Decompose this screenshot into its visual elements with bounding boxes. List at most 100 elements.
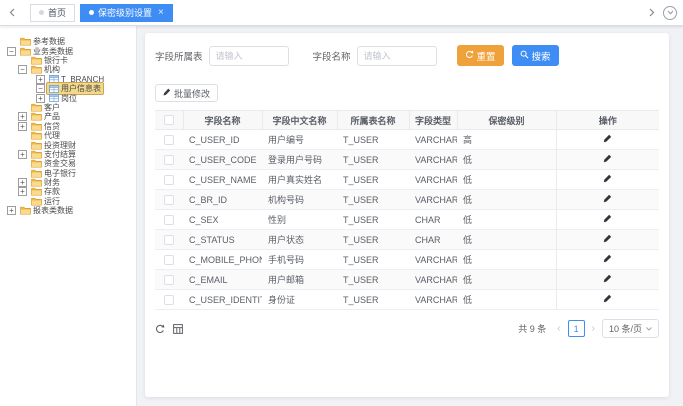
tree-node-content[interactable]: 机构 bbox=[29, 64, 62, 75]
prev-page-icon[interactable]: ‹ bbox=[557, 323, 560, 334]
next-page-icon[interactable]: › bbox=[592, 323, 595, 334]
table-name-cell: T_USER bbox=[337, 230, 409, 250]
table-row: C_USER_CODE登录用户号码T_USERVARCHAR低 bbox=[155, 150, 659, 170]
row-checkbox[interactable] bbox=[164, 135, 174, 145]
tree-node[interactable]: +信贷 bbox=[7, 122, 133, 131]
page-size-select[interactable]: 10 条/页 bbox=[602, 319, 659, 338]
select-all-checkbox[interactable] bbox=[164, 115, 174, 125]
content-row: 参考数据−业务类数据银行卡−机构+T_BRANCH−用户信息表+岗位客户+产品+… bbox=[0, 26, 683, 406]
field-cname-cell: 性别 bbox=[262, 210, 337, 230]
expand-icon[interactable]: + bbox=[7, 206, 16, 215]
field-type-cell: VARCHAR bbox=[409, 170, 457, 190]
folder-icon bbox=[31, 131, 42, 140]
table-name-cell: T_USER bbox=[337, 190, 409, 210]
tree-node[interactable]: +报表类数据 bbox=[7, 206, 133, 215]
tab-label: 保密级别设置 bbox=[98, 6, 152, 19]
secrecy-level-cell: 高 bbox=[457, 130, 556, 150]
actions-cell bbox=[556, 150, 659, 170]
collapse-icon[interactable]: − bbox=[36, 84, 45, 93]
tab-close-icon[interactable]: × bbox=[158, 8, 164, 18]
filter-input-table[interactable] bbox=[209, 46, 289, 66]
column-settings-icon[interactable] bbox=[173, 324, 183, 334]
row-checkbox-cell bbox=[155, 150, 183, 170]
row-checkbox[interactable] bbox=[164, 235, 174, 245]
field-cname-cell: 用户邮箱 bbox=[262, 270, 337, 290]
collapse-icon[interactable]: − bbox=[7, 47, 16, 56]
tab-secrecy-level-settings[interactable]: 保密级别设置 × bbox=[80, 4, 173, 22]
page-size-value: 10 条/页 bbox=[609, 322, 642, 335]
tree-node-label: 岗位 bbox=[61, 93, 77, 104]
expand-icon[interactable]: + bbox=[18, 150, 27, 159]
sidebar-tree: 参考数据−业务类数据银行卡−机构+T_BRANCH−用户信息表+岗位客户+产品+… bbox=[0, 26, 137, 406]
tree-node[interactable]: +产品 bbox=[7, 112, 133, 121]
actions-cell bbox=[556, 250, 659, 270]
column-header: 操作 bbox=[556, 111, 659, 130]
row-checkbox[interactable] bbox=[164, 255, 174, 265]
chevron-left-icon[interactable] bbox=[6, 0, 18, 25]
column-header: 字段中文名称 bbox=[262, 111, 337, 130]
tree-node[interactable]: −业务类数据 bbox=[7, 46, 133, 55]
row-checkbox[interactable] bbox=[164, 175, 174, 185]
row-checkbox-cell bbox=[155, 290, 183, 310]
column-header: 字段名称 bbox=[183, 111, 262, 130]
edit-pencil-icon[interactable] bbox=[603, 254, 612, 263]
tree-node[interactable]: 银行卡 bbox=[7, 56, 133, 65]
filter-label-field: 字段名称 bbox=[313, 49, 351, 63]
tab-home[interactable]: 首页 bbox=[30, 4, 75, 22]
expand-icon[interactable]: + bbox=[18, 178, 27, 187]
tabs-bar: 首页 保密级别设置 × bbox=[0, 0, 683, 26]
expand-icon[interactable]: + bbox=[18, 112, 27, 121]
tree-node[interactable]: +岗位 bbox=[7, 93, 133, 102]
row-checkbox-cell bbox=[155, 230, 183, 250]
table-footer: 共 9 条 ‹ 1 › 10 条/页 bbox=[155, 319, 659, 338]
tree-node[interactable]: +存款 bbox=[7, 187, 133, 196]
batch-edit-label: 批量修改 bbox=[174, 87, 210, 100]
field-cname-cell: 手机号码 bbox=[262, 250, 337, 270]
field-type-cell: VARCHAR bbox=[409, 190, 457, 210]
table-row: C_STATUS用户状态T_USERCHAR低 bbox=[155, 230, 659, 250]
secrecy-level-cell: 低 bbox=[457, 250, 556, 270]
table-name-cell: T_USER bbox=[337, 270, 409, 290]
tree-node[interactable]: +财务 bbox=[7, 178, 133, 187]
row-checkbox-cell bbox=[155, 130, 183, 150]
tree-node[interactable]: 客户 bbox=[7, 103, 133, 112]
edit-pencil-icon[interactable] bbox=[603, 274, 612, 283]
secrecy-level-cell: 低 bbox=[457, 210, 556, 230]
edit-pencil-icon[interactable] bbox=[603, 234, 612, 243]
refresh-icon[interactable] bbox=[155, 324, 165, 334]
tree-node-content[interactable]: 报表类数据 bbox=[18, 205, 75, 216]
edit-pencil-icon[interactable] bbox=[603, 134, 612, 143]
tree-node[interactable]: −机构 bbox=[7, 65, 133, 74]
field-type-cell: VARCHAR bbox=[409, 150, 457, 170]
tree-node[interactable]: 电子银行 bbox=[7, 168, 133, 177]
row-checkbox[interactable] bbox=[164, 155, 174, 165]
field-name-cell: C_USER_ID bbox=[183, 130, 262, 150]
pencil-icon bbox=[163, 88, 171, 98]
search-button[interactable]: 搜索 bbox=[512, 45, 559, 66]
filter-input-field[interactable] bbox=[357, 46, 437, 66]
expand-icon[interactable]: + bbox=[18, 122, 27, 131]
edit-pencil-icon[interactable] bbox=[603, 214, 612, 223]
batch-edit-button[interactable]: 批量修改 bbox=[155, 84, 218, 102]
expand-icon[interactable]: + bbox=[18, 187, 27, 196]
row-checkbox[interactable] bbox=[164, 295, 174, 305]
secrecy-level-cell: 低 bbox=[457, 290, 556, 310]
collapse-icon[interactable]: − bbox=[18, 65, 27, 74]
batch-row: 批量修改 bbox=[155, 83, 659, 102]
field-name-cell: C_SEX bbox=[183, 210, 262, 230]
edit-pencil-icon[interactable] bbox=[603, 154, 612, 163]
chevron-right-icon[interactable] bbox=[645, 0, 657, 25]
row-checkbox[interactable] bbox=[164, 275, 174, 285]
page-number[interactable]: 1 bbox=[568, 320, 585, 337]
tab-options-icon[interactable] bbox=[663, 6, 677, 20]
actions-cell bbox=[556, 230, 659, 250]
row-checkbox[interactable] bbox=[164, 195, 174, 205]
row-checkbox[interactable] bbox=[164, 215, 174, 225]
reset-button[interactable]: 重置 bbox=[457, 45, 504, 66]
field-type-cell: CHAR bbox=[409, 210, 457, 230]
edit-pencil-icon[interactable] bbox=[603, 174, 612, 183]
field-name-cell: C_STATUS bbox=[183, 230, 262, 250]
expand-icon[interactable]: + bbox=[36, 75, 45, 84]
edit-pencil-icon[interactable] bbox=[603, 294, 612, 303]
edit-pencil-icon[interactable] bbox=[603, 194, 612, 203]
